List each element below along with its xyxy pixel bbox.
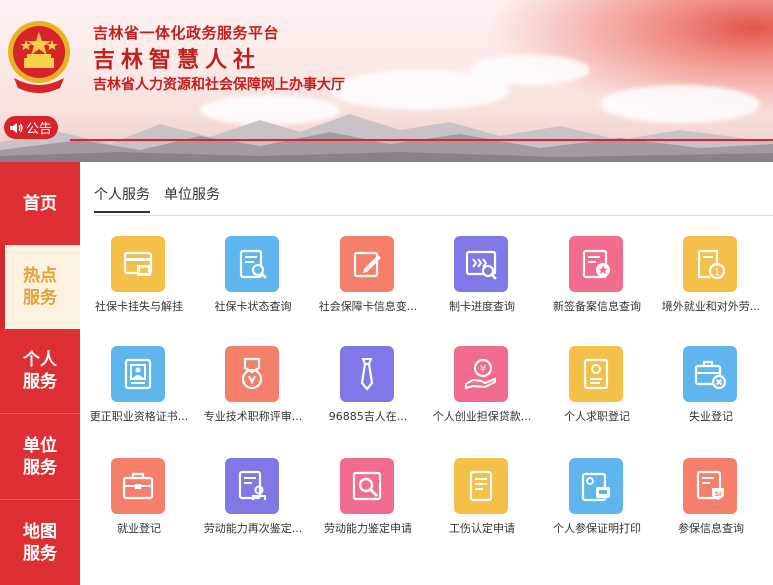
nav-label: 服务 [23,457,57,478]
service-label: 个人求职登记 [564,410,630,423]
search-frame-icon [340,458,394,514]
svg-text:1: 1 [714,268,720,278]
service-tile[interactable]: 工伤认定申请 [425,456,539,556]
service-label: 就业登记 [117,522,161,535]
tab-divider [94,215,773,216]
nav-label: 单位 [23,435,57,456]
platform-name: 吉林省一体化政务服务平台 [93,24,280,42]
tie-icon [340,346,394,402]
edit-icon [340,236,394,292]
service-tile[interactable]: 个人参保证明打印 [540,456,654,556]
side-navigation: 首页 热点 服务 个人 服务 单位 服务 地图 服务 [0,162,80,585]
nav-label: 服务 [23,372,57,392]
service-label: 个人创业担保贷款... [432,410,532,423]
nav-label: 首页 [23,193,57,214]
nav-item-home[interactable]: 首页 [0,162,80,245]
service-tile[interactable]: 社保卡挂失与解挂 [82,234,196,334]
medal-icon [225,346,279,402]
service-label: 社会保障卡信息变... [318,300,418,313]
briefcase-icon [111,458,165,514]
service-label: 社保卡状态查询 [214,300,292,313]
service-label: 境外就业和对外劳... [661,300,761,313]
main-content: 个人服务 单位服务 社保卡挂失与解挂 社保卡状态查询 社会保障卡信息变... 制卡进度… [80,162,773,585]
speaker-icon [10,122,23,133]
nav-item-personal-services[interactable]: 个人 服务 [0,329,80,414]
service-tile[interactable]: 劳动能力鉴定申请 [311,456,425,556]
service-tile[interactable]: 失业登记 [654,344,768,444]
resume-icon [569,346,623,402]
nav-label: 服务 [23,288,57,308]
service-label: 专业技术职称评审... [203,410,303,423]
header-banner: 吉林省一体化政务服务平台 吉林智慧人社 吉林省人力资源和社会保障网上办事大厅 公… [0,0,773,162]
active-indicator [0,245,5,329]
service-label: 工伤认定申请 [449,522,515,535]
service-tile[interactable]: 1 境外就业和对外劳... [654,234,768,334]
service-tile[interactable]: 96885吉人在... [311,344,425,444]
tab-personal-services[interactable]: 个人服务 [94,184,150,213]
service-label: 失业登记 [689,410,733,423]
nav-item-map-services[interactable]: 地图 服务 [0,500,80,585]
nav-label: 服务 [23,543,57,564]
doc-star-icon [569,236,623,292]
service-tile[interactable]: 劳动能力再次鉴定... [196,456,310,556]
service-tile[interactable]: ¥ 个人创业担保贷款... [425,344,539,444]
service-tile[interactable]: 就业登记 [82,456,196,556]
card-search-icon [454,236,508,292]
doc-person-icon [225,458,279,514]
service-label: 社保卡挂失与解挂 [95,300,183,313]
service-tile[interactable]: 新签备案信息查询 [540,234,654,334]
service-label: 参保信息查询 [678,522,744,535]
service-tile[interactable]: 更正职业资格证书... [82,344,196,444]
service-label: 更正职业资格证书... [89,410,189,423]
document-icon [454,458,508,514]
banner-divider [70,139,773,141]
card-lock-icon [111,236,165,292]
hall-subtitle: 吉林省人力资源和社会保障网上办事大厅 [93,77,345,93]
banner-mountains [0,114,773,162]
doc-si-icon: SI [683,458,737,514]
nav-label: 热点 [23,266,57,286]
loan-hand-icon: ¥ [454,346,508,402]
national-emblem-icon [8,21,70,93]
service-tile[interactable]: 社保卡状态查询 [196,234,310,334]
service-tile[interactable]: 个人求职登记 [540,344,654,444]
doc-coin-icon: 1 [683,236,737,292]
service-label: 劳动能力再次鉴定... [203,522,303,535]
briefcase-x-icon [683,346,737,402]
service-tabs: 个人服务 单位服务 [94,184,220,213]
service-label: 96885吉人在... [328,410,408,423]
nav-item-unit-services[interactable]: 单位 服务 [0,414,80,500]
brand-title: 吉林智慧人社 [93,48,262,73]
notice-button[interactable]: 公告 [4,116,59,139]
service-tile[interactable]: 社会保障卡信息变... [311,234,425,334]
service-label: 劳动能力鉴定申请 [324,522,412,535]
doc-search-icon [225,236,279,292]
svg-text:¥: ¥ [480,364,486,375]
service-label: 新签备案信息查询 [553,300,641,313]
nav-item-hot-services[interactable]: 热点 服务 [0,245,80,329]
service-tile[interactable]: 专业技术职称评审... [196,344,310,444]
print-card-icon [569,458,623,514]
certificate-icon [111,346,165,402]
tab-unit-services[interactable]: 单位服务 [164,184,220,213]
nav-label: 地图 [23,521,57,542]
service-tile[interactable]: 制卡进度查询 [425,234,539,334]
service-tile[interactable]: SI 参保信息查询 [654,456,768,556]
service-label: 个人参保证明打印 [553,522,641,535]
notice-label: 公告 [26,122,53,137]
banner-cloud [470,55,590,85]
service-label: 制卡进度查询 [449,300,515,313]
nav-label: 个人 [23,350,57,370]
svg-text:SI: SI [715,491,722,498]
